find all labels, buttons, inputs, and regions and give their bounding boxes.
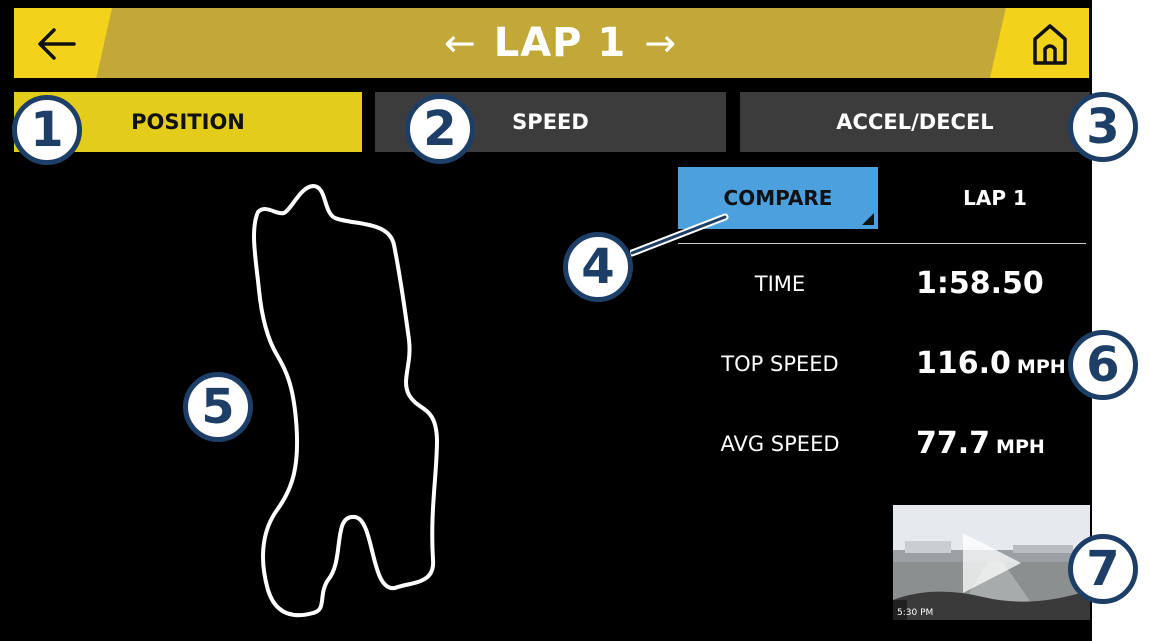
tab-accel-decel-label: ACCEL/DECEL xyxy=(836,110,994,134)
stat-avg-speed-number: 77.7 xyxy=(916,426,991,461)
stat-top-speed-value: 116.0 MPH xyxy=(916,346,1066,381)
lap-label-text: LAP 1 xyxy=(963,186,1027,210)
callout-4: 4 xyxy=(563,232,633,302)
stat-avg-speed-value: 77.7 MPH xyxy=(916,426,1045,461)
callout-4-number: 4 xyxy=(581,239,615,295)
callout-3: 3 xyxy=(1068,92,1138,162)
callout-1-number: 1 xyxy=(30,102,64,158)
tab-position-label: POSITION xyxy=(131,110,245,134)
dropdown-corner-icon xyxy=(862,213,874,225)
home-icon[interactable] xyxy=(1018,18,1082,70)
tab-accel-decel[interactable]: ACCEL/DECEL xyxy=(740,92,1090,152)
play-icon[interactable] xyxy=(955,527,1027,599)
current-lap-label: LAP 1 xyxy=(900,167,1090,229)
callout-2-number: 2 xyxy=(423,101,457,157)
lap-navigator: ← LAP 1 → xyxy=(380,8,740,78)
lap-title: LAP 1 xyxy=(493,20,627,66)
stat-top-speed-unit: MPH xyxy=(1016,356,1066,378)
arrow-left-icon[interactable] xyxy=(24,22,88,66)
stats-divider xyxy=(678,243,1086,244)
callout-4-leader-line xyxy=(630,213,729,257)
previous-lap-arrow[interactable]: ← xyxy=(444,24,476,62)
stat-time-label: TIME xyxy=(754,272,806,296)
callout-1: 1 xyxy=(12,95,82,165)
stat-avg-speed-label: AVG SPEED xyxy=(720,432,840,456)
compare-button-label: COMPARE xyxy=(723,186,833,210)
stat-top-speed-label: TOP SPEED xyxy=(721,352,839,376)
next-lap-arrow[interactable]: → xyxy=(644,24,676,62)
callout-5: 5 xyxy=(183,372,253,442)
video-thumbnail[interactable]: 5:30 PM xyxy=(893,505,1090,620)
callout-3-number: 3 xyxy=(1086,99,1120,155)
video-timestamp: 5:30 PM xyxy=(897,608,934,618)
stat-time-value: 1:58.50 xyxy=(916,266,1044,301)
callout-6: 6 xyxy=(1068,330,1138,400)
stat-time-number: 1:58.50 xyxy=(916,266,1044,301)
callout-2: 2 xyxy=(405,94,475,164)
callout-7-number: 7 xyxy=(1086,541,1120,597)
stat-avg-speed-unit: MPH xyxy=(996,436,1045,458)
stat-top-speed-number: 116.0 xyxy=(916,346,1011,381)
callout-5-number: 5 xyxy=(201,379,235,435)
tab-speed-label: SPEED xyxy=(512,110,589,134)
lap-summary-screen: ← LAP 1 → POSITION SPEED ACCEL/DECEL COM… xyxy=(0,0,1150,641)
callout-6-number: 6 xyxy=(1086,337,1120,393)
callout-7: 7 xyxy=(1068,534,1138,604)
